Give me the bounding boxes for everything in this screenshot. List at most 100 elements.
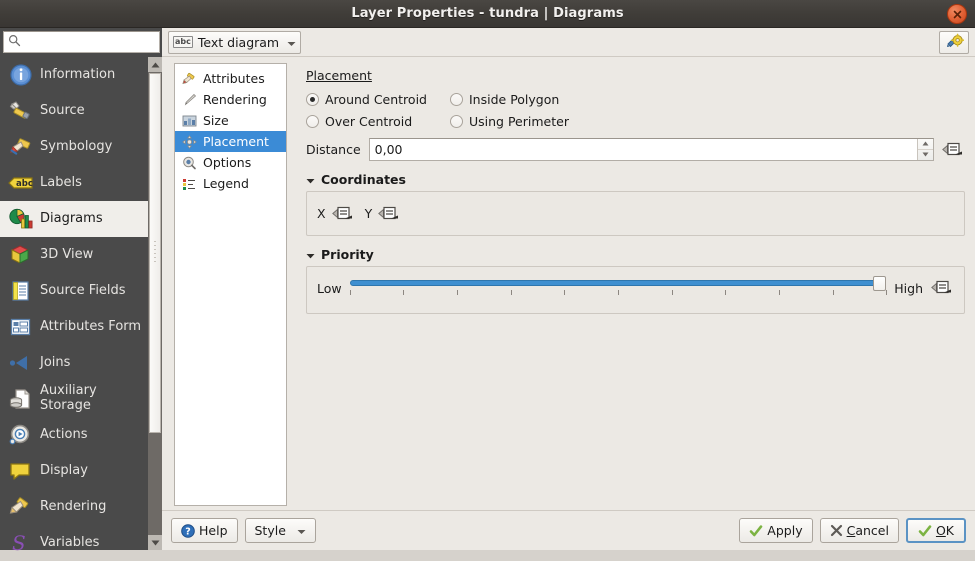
- data-defined-override-icon[interactable]: [941, 138, 965, 161]
- subpage-item-size[interactable]: Size: [175, 110, 286, 131]
- slider-tick: [779, 290, 780, 295]
- priority-title: Priority: [321, 247, 374, 262]
- search-input[interactable]: [24, 34, 154, 50]
- sidebar-item-source-fields[interactable]: Source Fields: [0, 273, 148, 309]
- spin-up-icon[interactable]: [918, 139, 933, 150]
- sidebar-item-attributes-form[interactable]: Attributes Form: [0, 309, 148, 345]
- sidebar-item-rendering[interactable]: Rendering: [0, 489, 148, 525]
- slider-tick: [672, 290, 673, 295]
- radio-over-centroid[interactable]: Over Centroid: [306, 114, 450, 129]
- sidebar-item-3d-view[interactable]: 3D View: [0, 237, 148, 273]
- distance-spinbox[interactable]: [369, 138, 934, 161]
- radio-label: Around Centroid: [325, 92, 427, 107]
- distance-row: Distance: [306, 138, 965, 161]
- coordinates-group: Coordinates X Y: [306, 172, 965, 236]
- data-defined-override-icon[interactable]: [377, 202, 401, 225]
- slider-tick: [403, 290, 404, 295]
- chevron-down-icon: [287, 35, 296, 50]
- subpage-item-legend[interactable]: Legend: [175, 173, 286, 194]
- scroll-down-icon[interactable]: [148, 535, 162, 550]
- subpage-item-label: Placement: [203, 134, 269, 149]
- subpage-item-placement[interactable]: Placement: [175, 131, 286, 152]
- sidebar-item-label: Information: [40, 68, 115, 83]
- slider-tick: [725, 290, 726, 295]
- dialog-body: Attributes Rendering Size: [162, 57, 975, 510]
- slider-tick: [564, 290, 565, 295]
- scrollbar-grip: [154, 241, 156, 265]
- data-defined-override-icon[interactable]: [930, 277, 954, 300]
- sidebar-item-auxiliary-storage[interactable]: Auxiliary Storage: [0, 381, 148, 417]
- slider-tick: [618, 290, 619, 295]
- style-gear-icon[interactable]: [939, 31, 969, 54]
- sidebar-item-display[interactable]: Display: [0, 453, 148, 489]
- svg-text:abc: abc: [16, 179, 33, 189]
- priority-low-label: Low: [317, 281, 342, 296]
- coordinate-x-label: X: [317, 206, 326, 221]
- window-title: Layer Properties - tundra | Diagrams: [351, 6, 623, 21]
- distance-label: Distance: [306, 142, 361, 157]
- slider-tick: [511, 290, 512, 295]
- radio-label: Inside Polygon: [469, 92, 559, 107]
- sidebar-item-label: Auxiliary Storage: [40, 384, 144, 413]
- sidebar-item-information[interactable]: Information: [0, 57, 148, 93]
- slider-groove: [350, 280, 887, 286]
- slider-tick: [350, 290, 351, 295]
- coordinates-group-header[interactable]: Coordinates: [306, 172, 965, 187]
- apply-button[interactable]: Apply: [739, 518, 812, 543]
- cancel-button[interactable]: Cancel: [820, 518, 899, 543]
- scrollbar-thumb[interactable]: [149, 73, 161, 433]
- ok-button[interactable]: OK: [906, 518, 966, 543]
- radio-using-perimeter[interactable]: Using Perimeter: [450, 114, 569, 129]
- sidebar-item-label: Rendering: [40, 500, 106, 515]
- source-fields-icon: [6, 277, 36, 305]
- distance-input[interactable]: [370, 139, 917, 160]
- joins-icon: [6, 349, 36, 377]
- coordinate-y-label: Y: [365, 206, 373, 221]
- ok-mnemonic: O: [936, 523, 946, 538]
- sidebar-item-actions[interactable]: Actions: [0, 417, 148, 453]
- scroll-up-icon[interactable]: [148, 57, 162, 72]
- rendering-brush-icon: [180, 92, 198, 108]
- priority-slider[interactable]: [350, 275, 887, 301]
- slider-handle[interactable]: [873, 276, 886, 291]
- close-glyph: [953, 10, 962, 19]
- help-label: Help: [199, 523, 228, 538]
- radio-around-centroid[interactable]: Around Centroid: [306, 92, 450, 107]
- diagram-type-combo[interactable]: abc Text diagram: [168, 31, 301, 54]
- subpage-item-attributes[interactable]: Attributes: [175, 68, 286, 89]
- radio-mark-icon: [450, 93, 463, 106]
- sidebar-item-variables[interactable]: S Variables: [0, 525, 148, 561]
- radio-inside-polygon[interactable]: Inside Polygon: [450, 92, 559, 107]
- svg-text:?: ?: [185, 526, 191, 537]
- sidebar-scrollbar[interactable]: [148, 57, 162, 550]
- placement-radio-row-1: Around Centroid Inside Polygon: [306, 92, 965, 107]
- sidebar-item-diagrams[interactable]: Diagrams: [0, 201, 148, 237]
- coordinates-row: X Y: [317, 202, 954, 225]
- priority-group-header[interactable]: Priority: [306, 247, 965, 262]
- subpage-item-options[interactable]: Options: [175, 152, 286, 173]
- priority-row: Low High: [317, 273, 954, 309]
- sidebar-item-label: Symbology: [40, 140, 112, 155]
- priority-high-label: High: [894, 281, 923, 296]
- search-box[interactable]: [3, 31, 160, 53]
- subpage-item-rendering[interactable]: Rendering: [175, 89, 286, 110]
- sidebar-item-symbology[interactable]: Symbology: [0, 129, 148, 165]
- data-defined-override-icon[interactable]: [331, 202, 355, 225]
- slider-ticks: [350, 290, 887, 296]
- sidebar-item-labels[interactable]: abc Labels: [0, 165, 148, 201]
- sidebar-nav-list: Information Source Symbology: [0, 57, 148, 550]
- help-button[interactable]: ? Help: [171, 518, 238, 543]
- spin-down-icon[interactable]: [918, 150, 933, 161]
- sidebar-item-label: Variables: [40, 536, 99, 551]
- labels-icon: abc: [6, 169, 36, 197]
- sidebar-item-source[interactable]: Source: [0, 93, 148, 129]
- auxiliary-storage-icon: [6, 385, 36, 413]
- size-icon: [180, 113, 198, 129]
- subpage-item-label: Rendering: [203, 92, 267, 107]
- close-icon[interactable]: [947, 4, 967, 24]
- sidebar-item-joins[interactable]: Joins: [0, 345, 148, 381]
- priority-group: Priority Low High: [306, 247, 965, 314]
- style-button[interactable]: Style: [245, 518, 316, 543]
- actions-icon: [6, 421, 36, 449]
- sidebar-item-label: Diagrams: [40, 212, 103, 227]
